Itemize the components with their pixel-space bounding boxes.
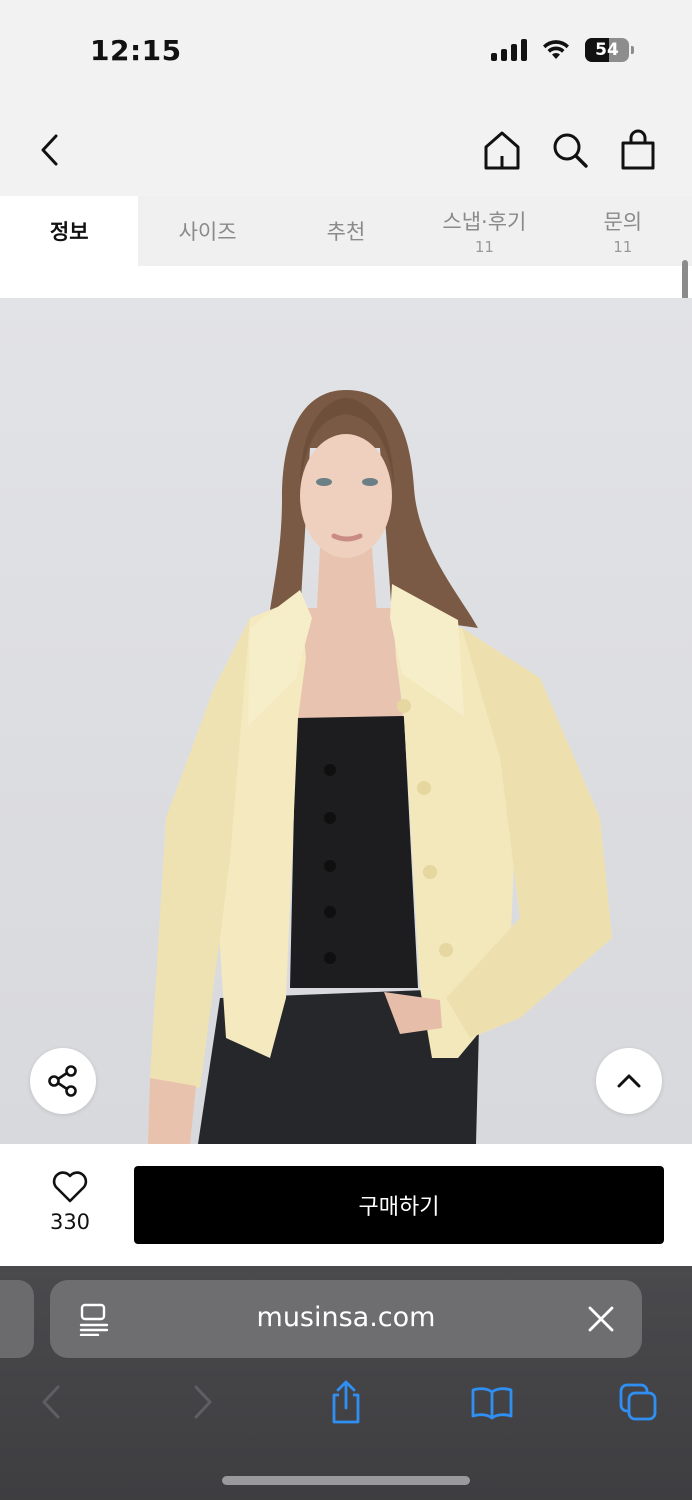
tab-size[interactable]: 사이즈 [138,196,276,266]
tab-info[interactable]: 정보 [0,196,139,266]
cellular-signal-icon [491,39,527,61]
buy-button[interactable]: 구매하기 [134,1166,664,1244]
product-image[interactable] [0,298,692,1144]
status-icons: 54 [491,38,634,62]
nav-header [0,100,692,196]
browser-forward-button[interactable] [178,1378,226,1426]
arrow-left-icon [42,1385,60,1419]
tab-label: 문의 [603,210,643,234]
tab-label: 정보 [49,220,89,244]
browser-back-button[interactable] [28,1378,76,1426]
section-tabs: 정보 사이즈 추천 스냅·후기 11 문의 11 [0,196,692,266]
previous-tab-preview[interactable] [0,1280,34,1358]
tab-recommend[interactable]: 추천 [277,196,415,266]
cart-button[interactable] [618,128,658,172]
home-indicator[interactable] [222,1476,470,1485]
tab-inquiry[interactable]: 문의 11 [554,196,692,266]
share-upload-icon [332,1380,360,1424]
purchase-bar: 330 구매하기 [0,1144,692,1266]
arrow-right-icon [194,1385,212,1419]
chevron-up-icon [617,1074,641,1088]
content-spacer [0,266,692,298]
tabs-icon [619,1383,657,1421]
browser-share-button[interactable] [322,1378,370,1426]
buy-button-label: 구매하기 [358,1195,440,1220]
share-button[interactable] [30,1048,96,1114]
tabs-button[interactable] [614,1378,662,1426]
battery-icon: 54 [585,38,634,62]
back-button[interactable] [30,130,70,170]
shopping-bag-icon [621,129,655,170]
url-text: musinsa.com [256,1302,436,1333]
heart-icon [52,1171,88,1203]
browser-nav-toolbar [0,1378,692,1426]
chevron-left-icon [41,134,58,166]
search-icon [553,133,588,168]
book-icon [471,1387,513,1420]
home-icon [484,131,520,170]
nav-actions [482,128,658,172]
tab-label: 추천 [326,220,366,244]
tab-label: 스냅·후기 [442,210,527,234]
tab-count: 11 [474,238,494,256]
scroll-top-button[interactable] [596,1048,662,1114]
wifi-icon [543,40,569,59]
status-bar: 12:15 54 [0,0,692,100]
share-icon [48,1065,77,1097]
model-photo [148,390,612,1144]
tab-label: 사이즈 [178,220,237,244]
browser-toolbar: musinsa.com [0,1266,692,1500]
like-button[interactable]: 330 [30,1170,110,1234]
address-bar[interactable]: musinsa.com [50,1280,642,1358]
bookmarks-button[interactable] [468,1378,516,1426]
battery-level: 54 [595,40,619,60]
tab-snap-review[interactable]: 스냅·후기 11 [415,196,553,266]
tab-count: 11 [613,238,633,256]
home-button[interactable] [482,128,522,172]
search-button[interactable] [550,128,590,172]
close-icon[interactable] [586,1304,616,1334]
like-count: 330 [49,1210,91,1234]
status-time: 12:15 [90,34,182,67]
